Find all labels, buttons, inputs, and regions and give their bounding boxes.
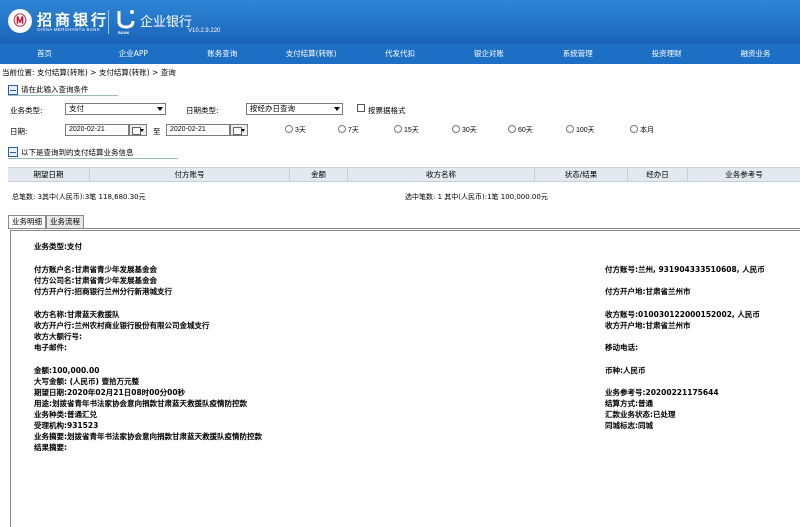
detail-payee-account: 收方账号:010030122000152002, 人民币 — [605, 310, 760, 319]
range-radio-60d[interactable] — [508, 125, 516, 133]
list-icon — [8, 147, 18, 157]
tab-flow[interactable]: 业务流程 — [46, 215, 84, 228]
date-to-calendar-icon[interactable] — [230, 124, 248, 136]
detail-result-summary: 结果摘要: — [34, 443, 67, 452]
detail-ref-no: 业务参考号:20200221175644 — [605, 388, 719, 397]
chevron-down-icon — [157, 107, 163, 111]
cmb-logo-icon: Ⓜ — [8, 9, 32, 33]
date-label: 日期: — [10, 127, 28, 136]
range-radio-7d[interactable] — [338, 125, 346, 133]
result-section-title: 以下是查询到的支付结算业务信息 — [21, 147, 134, 157]
detail-same-city: 同城标志:同城 — [605, 421, 653, 430]
version-label: V10.2.9.220 — [188, 28, 221, 34]
detail-payer-bank: 付方开户行:招商银行兰州分行新港城支行 — [34, 287, 172, 296]
detail-remit-status: 汇款业务状态:已处理 — [605, 410, 676, 419]
chevron-down-icon — [334, 107, 340, 111]
main-nav: 首页 企业APP 账务查询 支付结算(转账) 代发代扣 银企对账 系统管理 投资… — [0, 44, 800, 64]
date-type-select[interactable]: 按经办日查询 — [246, 103, 343, 115]
result-section-header: 以下是查询到的支付结算业务信息 — [8, 146, 178, 159]
tab-detail[interactable]: 业务明细 — [8, 215, 46, 228]
detail-tabs: 业务明细 业务流程 — [8, 215, 84, 228]
range-label-month: 本月 — [640, 127, 654, 134]
detail-payee-name: 收方名称:甘肃蓝天救援队 — [34, 310, 120, 319]
detail-handling-org: 受理机构:931523 — [34, 421, 99, 430]
detail-settle-method: 结算方式:普通 — [605, 399, 653, 408]
nav-item-reconciliation[interactable]: 银企对账 — [444, 44, 533, 64]
detail-payer-company: 付方公司名:甘肃省青少年发展基金会 — [34, 276, 157, 285]
nav-item-account-query[interactable]: 账务查询 — [178, 44, 267, 64]
nav-item-investment[interactable]: 投资理财 — [622, 44, 711, 64]
detail-mobile: 移动电话: — [605, 343, 638, 352]
corp-bank-title: 企业银行 — [140, 15, 193, 30]
date-from-calendar-icon[interactable] — [129, 124, 147, 136]
date-type-label: 日期类型: — [186, 106, 219, 115]
detail-payer-name: 付方账户名:甘肃省青少年发展基金会 — [34, 265, 157, 274]
detail-payer-bank-location: 付方开户地:甘肃省兰州市 — [605, 287, 691, 296]
app-header: Ⓜ 招商银行 CHINA MERCHANTS BANK BANK 企业银行 V1… — [0, 0, 800, 44]
col-expect-date[interactable]: 期望日期 — [8, 168, 90, 182]
col-payer-account[interactable]: 付方账号 — [90, 168, 290, 182]
ticket-format-label: 按票据格式 — [368, 106, 406, 115]
col-status[interactable]: 状态/结果 — [535, 168, 628, 182]
nav-item-system[interactable]: 系统管理 — [533, 44, 622, 64]
range-label-15d: 15天 — [404, 127, 419, 134]
detail-biz-kind: 业务种类:普通汇兑 — [34, 410, 97, 419]
range-label-7d: 7天 — [348, 127, 359, 134]
detail-currency: 币种:人民币 — [605, 366, 646, 375]
search-icon — [8, 84, 18, 95]
detail-amount: 金额:100,000.00 — [34, 366, 100, 375]
detail-payee-bank: 收方开户行:兰州农村商业银行股份有限公司金城支行 — [34, 321, 210, 330]
detail-biz-type: 业务类型:支付 — [34, 242, 82, 251]
bank-name-en: CHINA MERCHANTS BANK — [37, 27, 101, 32]
detail-biz-summary: 业务摘要:划拨省青年书法家协会意向捐款甘肃蓝天救援队疫情防控款 — [34, 432, 262, 441]
range-label-100d: 100天 — [576, 127, 595, 134]
detail-payee-bank-location: 收方开户地:甘肃省兰州市 — [605, 321, 691, 330]
col-amount[interactable]: 金额 — [290, 168, 348, 182]
summary-selected: 选中笔数: 1 其中(人民币):1笔 100,000.00元 — [405, 193, 548, 201]
range-label-60d: 60天 — [518, 127, 533, 134]
query-section-header: 请在此输入查询条件 — [8, 84, 118, 96]
nav-item-payroll[interactable]: 代发代扣 — [356, 44, 445, 64]
result-table-header: 期望日期 付方账号 金额 收方名称 状态/结果 经办日 业务参考号 — [8, 167, 800, 182]
range-radio-month[interactable] — [630, 125, 638, 133]
nav-item-financing[interactable]: 融资业务 — [711, 44, 800, 64]
nav-item-home[interactable]: 首页 — [0, 44, 89, 64]
detail-payer-account: 付方账号:兰州, 931904333510608, 人民币 — [605, 265, 765, 274]
breadcrumb: 当前位置: 支付结算(转账) > 支付结算(转账) > 查询 — [2, 68, 176, 77]
range-radio-30d[interactable] — [452, 125, 460, 133]
detail-payee-large-bank-no: 收方大额行号: — [34, 332, 82, 341]
detail-purpose: 用途:划拨省青年书法家协会意向捐款甘肃蓝天救援队疫情防控款 — [34, 399, 247, 408]
header-divider — [108, 10, 109, 34]
tab-divider — [8, 228, 800, 229]
detail-amount-upper: 大写金额: (人民币) 壹拾万元整 — [34, 377, 140, 386]
range-label-3d: 3天 — [295, 127, 306, 134]
biz-type-label: 业务类型: — [10, 106, 43, 115]
detail-panel: 业务类型:支付 付方账户名:甘肃省青少年发展基金会 付方公司名:甘肃省青少年发展… — [10, 230, 800, 527]
date-to-input[interactable]: 2020-02-21 — [166, 124, 230, 136]
col-ref-no[interactable]: 业务参考号 — [688, 168, 800, 182]
nav-item-payment[interactable]: 支付结算(转账) — [267, 44, 356, 64]
ticket-format-checkbox[interactable] — [357, 104, 365, 112]
to-label: 至 — [153, 127, 161, 136]
range-radio-3d[interactable] — [285, 125, 293, 133]
range-label-30d: 30天 — [462, 127, 477, 134]
nav-item-app[interactable]: 企业APP — [89, 44, 178, 64]
detail-expect-date: 期望日期:2020年02月21日08时00分00秒 — [34, 388, 186, 397]
detail-email: 电子邮件: — [34, 343, 67, 352]
range-radio-15d[interactable] — [394, 125, 402, 133]
query-section-title: 请在此输入查询条件 — [21, 85, 89, 94]
biz-type-select[interactable]: 支付 — [65, 103, 166, 115]
date-from-input[interactable]: 2020-02-21 — [65, 124, 129, 136]
col-payee-name[interactable]: 收方名称 — [348, 168, 535, 182]
summary-total: 总笔数: 3其中(人民币):3笔 118,680.30元 — [12, 193, 146, 201]
col-handle-date[interactable]: 经办日 — [628, 168, 688, 182]
bank-mark-label: BANK — [118, 30, 130, 35]
range-radio-100d[interactable] — [566, 125, 574, 133]
